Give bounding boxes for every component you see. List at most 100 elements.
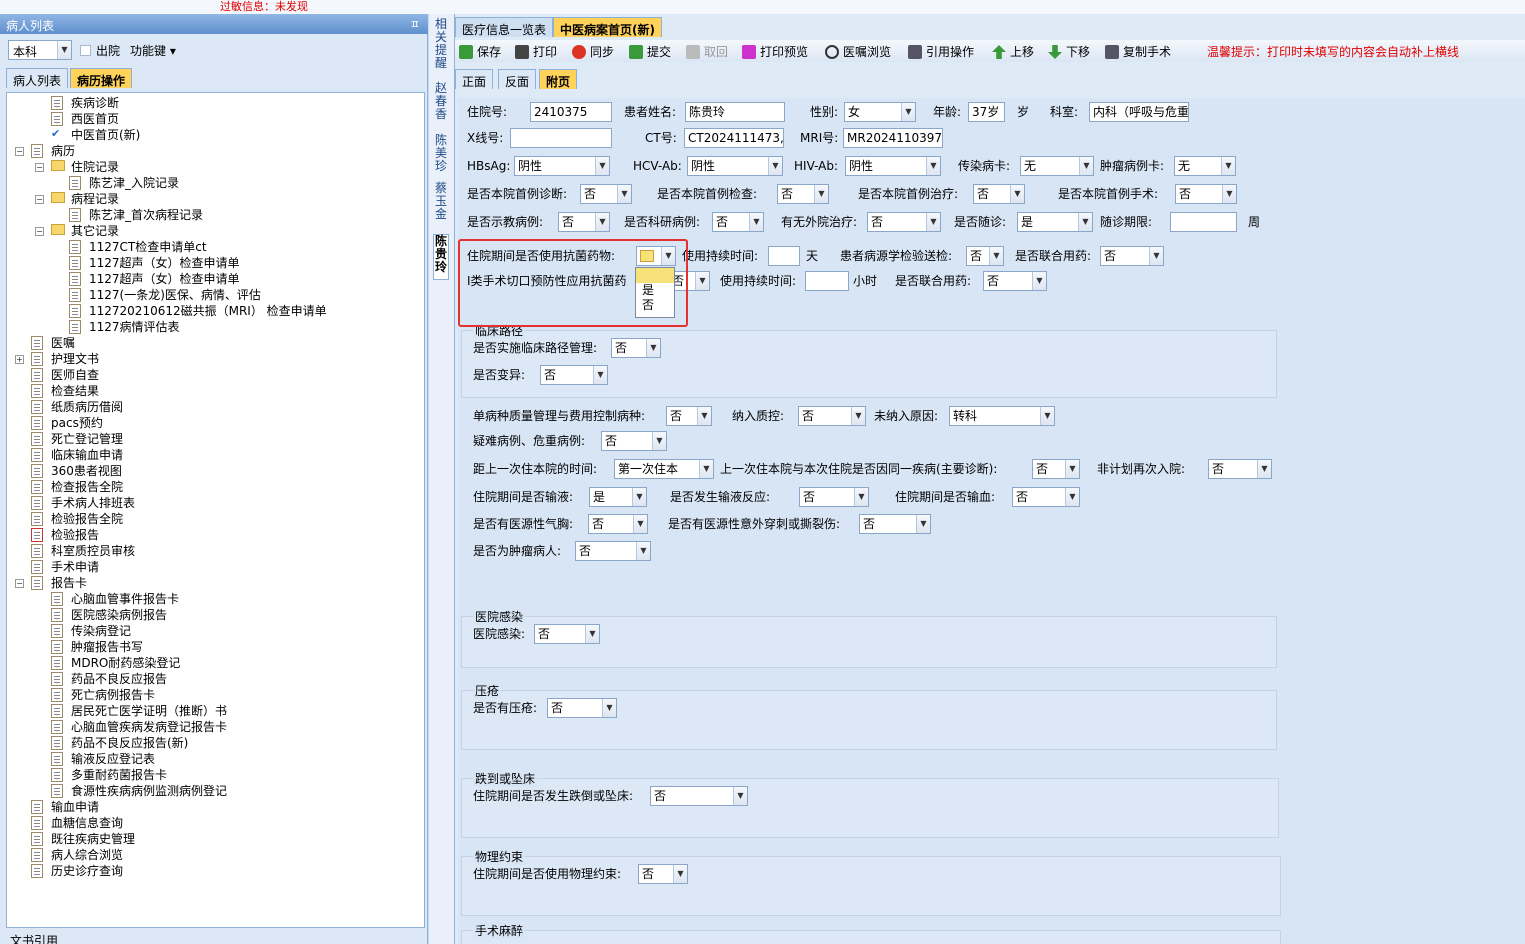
text-field[interactable] <box>510 128 612 148</box>
tree-item[interactable]: 医嘱 <box>51 335 75 351</box>
tree-item[interactable]: 检查结果 <box>51 383 99 399</box>
tree-item[interactable]: 检查报告全院 <box>51 479 123 495</box>
tree-item[interactable]: 其它记录 <box>71 223 119 239</box>
dropdown-field[interactable]: 转科 ▼ <box>949 406 1055 426</box>
tree-item[interactable]: 科室质控员审核 <box>51 543 135 559</box>
tree-item[interactable]: 药品不良反应报告 <box>71 671 167 687</box>
tree-item[interactable]: 检验报告 <box>51 527 99 543</box>
tree-item[interactable]: 西医首页 <box>71 111 119 127</box>
dropdown-field[interactable]: 否 ▼ <box>666 406 712 426</box>
tree-item[interactable]: 病人综合浏览 <box>51 847 123 863</box>
dropdown-field[interactable]: 否 ▼ <box>966 246 1004 266</box>
dropdown-option[interactable]: 是 <box>636 283 674 298</box>
print-preview-button[interactable]: 打印预览 <box>742 43 808 61</box>
tree-expander[interactable]: − <box>35 163 44 172</box>
dropdown-field[interactable]: 否 ▼ <box>1032 459 1080 479</box>
tree-item[interactable]: 病历 <box>51 143 75 159</box>
pin-icon[interactable]: ㅍ <box>410 16 420 32</box>
dropdown-field[interactable]: 否 ▼ <box>777 184 829 204</box>
save-button[interactable]: 保存 <box>459 43 501 61</box>
tree-item[interactable]: 手术病人排班表 <box>51 495 135 511</box>
dropdown-field[interactable]: 阴性 ▼ <box>687 156 783 176</box>
tree-item[interactable]: 临床输血申请 <box>51 447 123 463</box>
patient-tab-4[interactable]: 陈贵玲 <box>433 234 449 280</box>
tree-item[interactable]: 心脑血管事件报告卡 <box>71 591 179 607</box>
dropdown-field[interactable]: 否 ▼ <box>540 365 608 385</box>
department-select[interactable]: 本科 ▼ <box>8 40 72 60</box>
sync-button[interactable]: 同步 <box>572 43 614 61</box>
tree-item[interactable]: 心脑血管疾病发病登记报告卡 <box>71 719 227 735</box>
dropdown-field[interactable]: 否 ▼ <box>1175 184 1237 204</box>
move-up-button[interactable]: 上移 <box>992 43 1034 61</box>
dropdown-field[interactable]: 否 ▼ <box>611 338 661 358</box>
text-field[interactable]: 37岁 <box>968 102 1005 122</box>
tree-item[interactable]: 1127病情评估表 <box>89 319 180 335</box>
dropdown-field[interactable]: 否 ▼ <box>534 624 600 644</box>
dropdown-field[interactable]: 否 ▼ <box>973 184 1025 204</box>
tree-item[interactable]: 报告卡 <box>51 575 87 591</box>
tree-item[interactable]: 药品不良反应报告(新) <box>71 735 188 751</box>
tree-item[interactable]: 医院感染病例报告 <box>71 607 167 623</box>
tree-item[interactable]: 1127CT检查申请单ct <box>89 239 207 255</box>
text-field[interactable]: 内科（呼吸与危重 <box>1089 102 1189 122</box>
tree-item[interactable]: 检验报告全院 <box>51 511 123 527</box>
tab-back[interactable]: 反面 <box>498 69 537 89</box>
dropdown-field[interactable]: 否 ▼ <box>575 541 651 561</box>
tree-item[interactable]: 1127超声（女）检查申请单 <box>89 255 240 271</box>
tree-item[interactable]: 多重耐药菌报告卡 <box>71 767 167 783</box>
tree-item[interactable]: 食源性疾病病例监测病例登记 <box>71 783 227 799</box>
function-key-menu[interactable]: 功能键 ▾ <box>130 42 176 59</box>
move-down-button[interactable]: 下移 <box>1048 43 1090 61</box>
tree-item[interactable]: 传染病登记 <box>71 623 131 639</box>
tab-medical-overview[interactable]: 医疗信息一览表 <box>455 17 554 37</box>
tree-item[interactable]: 陈艺津_入院记录 <box>89 175 179 191</box>
dropdown-field[interactable]: 否 ▼ <box>867 212 941 232</box>
dropdown-field[interactable]: 无 ▼ <box>1020 156 1094 176</box>
tree-item[interactable]: 既往疾病史管理 <box>51 831 135 847</box>
tree-item[interactable]: 病程记录 <box>71 191 119 207</box>
tree-item[interactable]: 护理文书 <box>51 351 99 367</box>
patient-tab-2[interactable]: 陈美珍 <box>433 134 449 176</box>
dropdown-field[interactable]: 否 ▼ <box>580 184 632 204</box>
tab-front[interactable]: 正面 <box>455 69 494 89</box>
text-field[interactable] <box>805 271 849 291</box>
dropdown-field[interactable]: 女 ▼ <box>844 102 916 122</box>
order-browse-button[interactable]: 医嘱浏览 <box>825 43 891 61</box>
tree-item[interactable]: 纸质病历借阅 <box>51 399 123 415</box>
dropdown-option[interactable]: 否 <box>636 298 674 313</box>
patient-tab-0[interactable]: 相关提醒 <box>433 18 449 74</box>
tab-tcm-front-page[interactable]: 中医病案首页(新) <box>553 17 662 37</box>
tab-patient-list[interactable]: 病人列表 <box>6 68 69 88</box>
dropdown-field[interactable]: 否 ▼ <box>558 212 610 232</box>
text-field[interactable] <box>768 246 800 266</box>
dropdown-field[interactable]: 阴性 ▼ <box>845 156 941 176</box>
tree-item[interactable]: 陈艺津_首次病程记录 <box>89 207 203 223</box>
dropdown-field[interactable]: 无 ▼ <box>1174 156 1236 176</box>
text-field[interactable] <box>1170 212 1237 232</box>
dropdown-field[interactable]: 否 ▼ <box>1100 246 1164 266</box>
text-field[interactable]: CT2024111473,C <box>684 128 784 148</box>
dropdown-field[interactable]: 第一次住本 ▼ <box>614 459 714 479</box>
dropdown-field[interactable]: 否 ▼ <box>798 406 866 426</box>
tree-item[interactable]: 历史诊疗查询 <box>51 863 123 879</box>
tree-item[interactable]: MDRO耐药感染登记 <box>71 655 180 671</box>
tree-expander[interactable]: + <box>15 355 24 364</box>
dropdown-field[interactable]: 否 ▼ <box>799 487 869 507</box>
dropdown-field[interactable]: ▼ <box>636 246 676 266</box>
tree-item[interactable]: 中医首页(新) <box>71 127 140 143</box>
reference-button[interactable]: 引用操作 <box>908 43 974 61</box>
tree-item[interactable]: 血糖信息查询 <box>51 815 123 831</box>
print-button[interactable]: 打印 <box>515 43 557 61</box>
dropdown-field[interactable]: 否 ▼ <box>547 698 617 718</box>
tree-expander[interactable]: − <box>15 579 24 588</box>
tree-expander[interactable]: − <box>35 195 44 204</box>
tree-item[interactable]: 肿瘤报告书写 <box>71 639 143 655</box>
tab-record-operation[interactable]: 病历操作 <box>70 68 133 88</box>
tree-item[interactable]: 死亡病例报告卡 <box>71 687 155 703</box>
tree-item[interactable]: 住院记录 <box>71 159 119 175</box>
dropdown-field[interactable]: 阴性 ▼ <box>514 156 610 176</box>
copy-surgery-button[interactable]: 复制手术 <box>1105 43 1171 61</box>
tree-item[interactable]: 手术申请 <box>51 559 99 575</box>
dropdown-field[interactable]: 否 ▼ <box>983 271 1047 291</box>
dropdown-field[interactable]: 否 ▼ <box>859 514 931 534</box>
